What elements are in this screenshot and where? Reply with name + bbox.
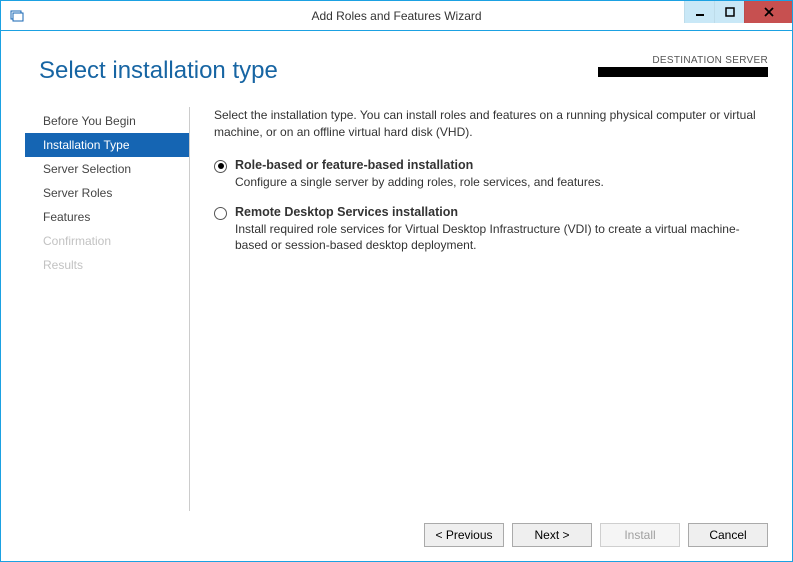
sidebar-item-installation-type[interactable]: Installation Type [25, 133, 189, 157]
option-title: Remote Desktop Services installation [235, 205, 768, 219]
option-desc: Install required role services for Virtu… [235, 221, 768, 255]
cancel-button[interactable]: Cancel [688, 523, 768, 547]
content-row: Before You Begin Installation Type Serve… [25, 107, 768, 511]
sidebar-item-server-roles[interactable]: Server Roles [25, 181, 189, 205]
previous-button[interactable]: < Previous [424, 523, 504, 547]
app-icon [7, 6, 27, 26]
sidebar-item-confirmation: Confirmation [25, 229, 189, 253]
wizard-sidebar: Before You Begin Installation Type Serve… [25, 107, 190, 511]
option-desc: Configure a single server by adding role… [235, 174, 604, 191]
destination-label: DESTINATION SERVER [598, 55, 768, 66]
destination-server-redacted [598, 67, 768, 77]
main-panel: Select the installation type. You can in… [190, 107, 768, 511]
window-controls [684, 1, 792, 23]
wizard-footer: < Previous Next > Install Cancel [25, 511, 768, 547]
wizard-window: Add Roles and Features Wizard Select ins… [0, 0, 793, 562]
wizard-body: Select installation type DESTINATION SER… [1, 31, 792, 561]
titlebar: Add Roles and Features Wizard [1, 1, 792, 31]
radio-remote-desktop[interactable] [214, 207, 227, 220]
option-remote-desktop[interactable]: Remote Desktop Services installation Ins… [214, 205, 768, 255]
install-button: Install [600, 523, 680, 547]
maximize-button[interactable] [714, 1, 744, 23]
sidebar-item-before-you-begin[interactable]: Before You Begin [25, 109, 189, 133]
radio-role-based[interactable] [214, 160, 227, 173]
window-title: Add Roles and Features Wizard [1, 9, 792, 23]
minimize-button[interactable] [684, 1, 714, 23]
header-row: Select installation type DESTINATION SER… [25, 51, 768, 85]
option-role-based[interactable]: Role-based or feature-based installation… [214, 158, 768, 191]
sidebar-item-server-selection[interactable]: Server Selection [25, 157, 189, 181]
close-button[interactable] [744, 1, 792, 23]
intro-text: Select the installation type. You can in… [214, 107, 768, 142]
option-role-based-text: Role-based or feature-based installation… [235, 158, 604, 191]
sidebar-item-features[interactable]: Features [25, 205, 189, 229]
page-title: Select installation type [39, 57, 278, 85]
sidebar-item-results: Results [25, 253, 189, 277]
option-remote-desktop-text: Remote Desktop Services installation Ins… [235, 205, 768, 255]
option-title: Role-based or feature-based installation [235, 158, 604, 172]
next-button[interactable]: Next > [512, 523, 592, 547]
destination-block: DESTINATION SERVER [598, 55, 768, 77]
